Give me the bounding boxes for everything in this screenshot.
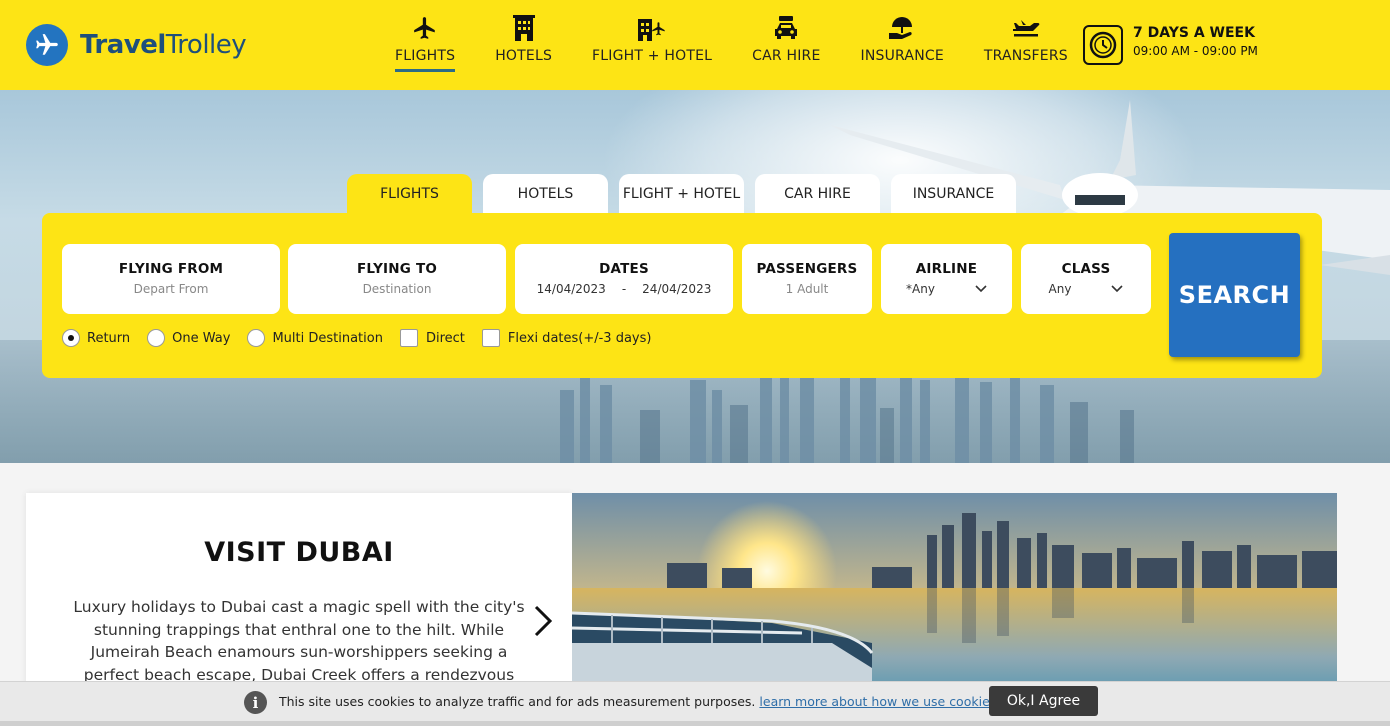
main-nav: FLIGHTS HOTELS FLIGHT + HOTEL CAR HIRE I… xyxy=(395,14,1108,72)
radio-return[interactable]: Return xyxy=(62,329,130,347)
nav-transfers[interactable]: TRANSFERS xyxy=(984,14,1068,72)
cookie-policy-link[interactable]: learn more about how we use cookies. xyxy=(759,694,1000,709)
radio-icon xyxy=(247,329,266,347)
option-label: One Way xyxy=(172,330,231,346)
flight-hotel-icon xyxy=(637,14,667,42)
nav-label: TRANSFERS xyxy=(983,48,1068,64)
option-label: Return xyxy=(87,330,131,346)
option-label: Multi Destination xyxy=(272,330,383,346)
class-value: Any xyxy=(1048,282,1072,296)
nav-hotels[interactable]: HOTELS xyxy=(495,14,552,72)
start-date[interactable]: 14/04/2023 xyxy=(537,282,606,296)
field-label: DATES xyxy=(599,261,649,277)
umbrella-hand-icon xyxy=(888,14,916,42)
radio-one-way[interactable]: One Way xyxy=(147,329,230,347)
end-date[interactable]: 24/04/2023 xyxy=(642,282,711,296)
logo-airplane-icon xyxy=(26,24,68,66)
chevron-right-icon[interactable] xyxy=(532,604,554,638)
radio-icon xyxy=(147,329,166,347)
class-select[interactable]: CLASS Any xyxy=(1021,244,1151,314)
info-icon: i xyxy=(244,691,267,714)
flying-to-field[interactable]: FLYING TO Destination xyxy=(288,244,506,314)
passengers-field[interactable]: PASSENGERS 1 Adult xyxy=(742,244,872,314)
nav-insurance[interactable]: INSURANCE xyxy=(861,14,944,72)
nav-flights[interactable]: FLIGHTS xyxy=(395,14,456,72)
nav-label: INSURANCE xyxy=(860,48,944,64)
flying-to-placeholder: Destination xyxy=(362,282,432,296)
nav-label: FLIGHT + HOTEL xyxy=(592,48,713,64)
search-tabs: FLIGHTS HOTELS FLIGHT + HOTEL CAR HIRE I… xyxy=(347,174,1027,214)
option-label: Direct xyxy=(425,330,465,346)
chevron-down-icon xyxy=(1111,282,1124,296)
tab-flights[interactable]: FLIGHTS xyxy=(347,174,472,214)
passengers-value: 1 Adult xyxy=(785,282,829,296)
radio-multi-destination[interactable]: Multi Destination xyxy=(247,329,383,347)
hours-title: 7 DAYS A WEEK xyxy=(1133,25,1255,41)
airline-value: *Any xyxy=(906,282,935,296)
cookie-message: This site uses cookies to analyze traffi… xyxy=(279,694,1000,709)
hotel-building-icon xyxy=(512,14,535,42)
cookie-text: This site uses cookies to analyze traffi… xyxy=(279,694,756,709)
checkbox-icon xyxy=(399,329,418,347)
opening-hours: 7 DAYS A WEEK 09:00 AM - 09:00 PM xyxy=(1083,25,1258,65)
option-label: Flexi dates(+/-3 days) xyxy=(507,330,652,346)
airplane-icon xyxy=(412,14,438,42)
transfer-plane-icon xyxy=(1011,14,1041,42)
field-label: PASSENGERS xyxy=(756,261,858,277)
flying-from-placeholder: Depart From xyxy=(133,282,209,296)
logo[interactable]: TravelTrolley xyxy=(26,24,247,66)
feature-title: VISIT DUBAI xyxy=(204,537,394,568)
clock-icon xyxy=(1083,25,1123,65)
trip-options: Return One Way Multi Destination Direct … xyxy=(62,329,668,347)
checkbox-icon xyxy=(481,329,500,347)
nav-flight-hotel[interactable]: FLIGHT + HOTEL xyxy=(592,14,712,72)
hours-time: 09:00 AM - 09:00 PM xyxy=(1133,44,1258,58)
field-label: FLYING TO xyxy=(356,261,438,277)
flying-from-field[interactable]: FLYING FROM Depart From xyxy=(62,244,280,314)
field-label: FLYING FROM xyxy=(118,261,224,277)
tab-insurance[interactable]: INSURANCE xyxy=(891,174,1016,214)
chevron-down-icon xyxy=(975,282,987,296)
dates-field[interactable]: DATES 14/04/2023 - 24/04/2023 xyxy=(515,244,733,314)
cookie-agree-button[interactable]: Ok,I Agree xyxy=(989,686,1098,716)
airline-select[interactable]: AIRLINE *Any xyxy=(881,244,1012,314)
nav-car-hire[interactable]: CAR HIRE xyxy=(752,14,820,72)
radio-selected-icon xyxy=(62,329,80,347)
checkbox-flexi-dates[interactable]: Flexi dates(+/-3 days) xyxy=(481,329,652,347)
hero-banner: FLIGHTS HOTELS FLIGHT + HOTEL CAR HIRE I… xyxy=(0,90,1390,463)
tab-flight-hotel[interactable]: FLIGHT + HOTEL xyxy=(619,174,744,214)
logo-text: TravelTrolley xyxy=(80,30,247,60)
flight-search-panel: FLYING FROM Depart From FLYING TO Destin… xyxy=(42,213,1322,378)
field-label: CLASS xyxy=(1061,261,1111,277)
tab-hotels[interactable]: HOTELS xyxy=(483,174,608,214)
search-button[interactable]: SEARCH xyxy=(1169,233,1300,357)
site-header: TravelTrolley FLIGHTS HOTELS FLIGHT + HO… xyxy=(0,0,1390,90)
nav-label: CAR HIRE xyxy=(752,48,821,64)
cookie-banner: i This site uses cookies to analyze traf… xyxy=(0,681,1390,721)
field-label: AIRLINE xyxy=(915,261,978,277)
date-separator: - xyxy=(621,282,627,296)
tab-car-hire[interactable]: CAR HIRE xyxy=(755,174,880,214)
checkbox-direct[interactable]: Direct xyxy=(399,329,465,347)
car-icon xyxy=(773,14,799,42)
nav-label: HOTELS xyxy=(495,48,553,64)
nav-label: FLIGHTS xyxy=(395,48,456,72)
